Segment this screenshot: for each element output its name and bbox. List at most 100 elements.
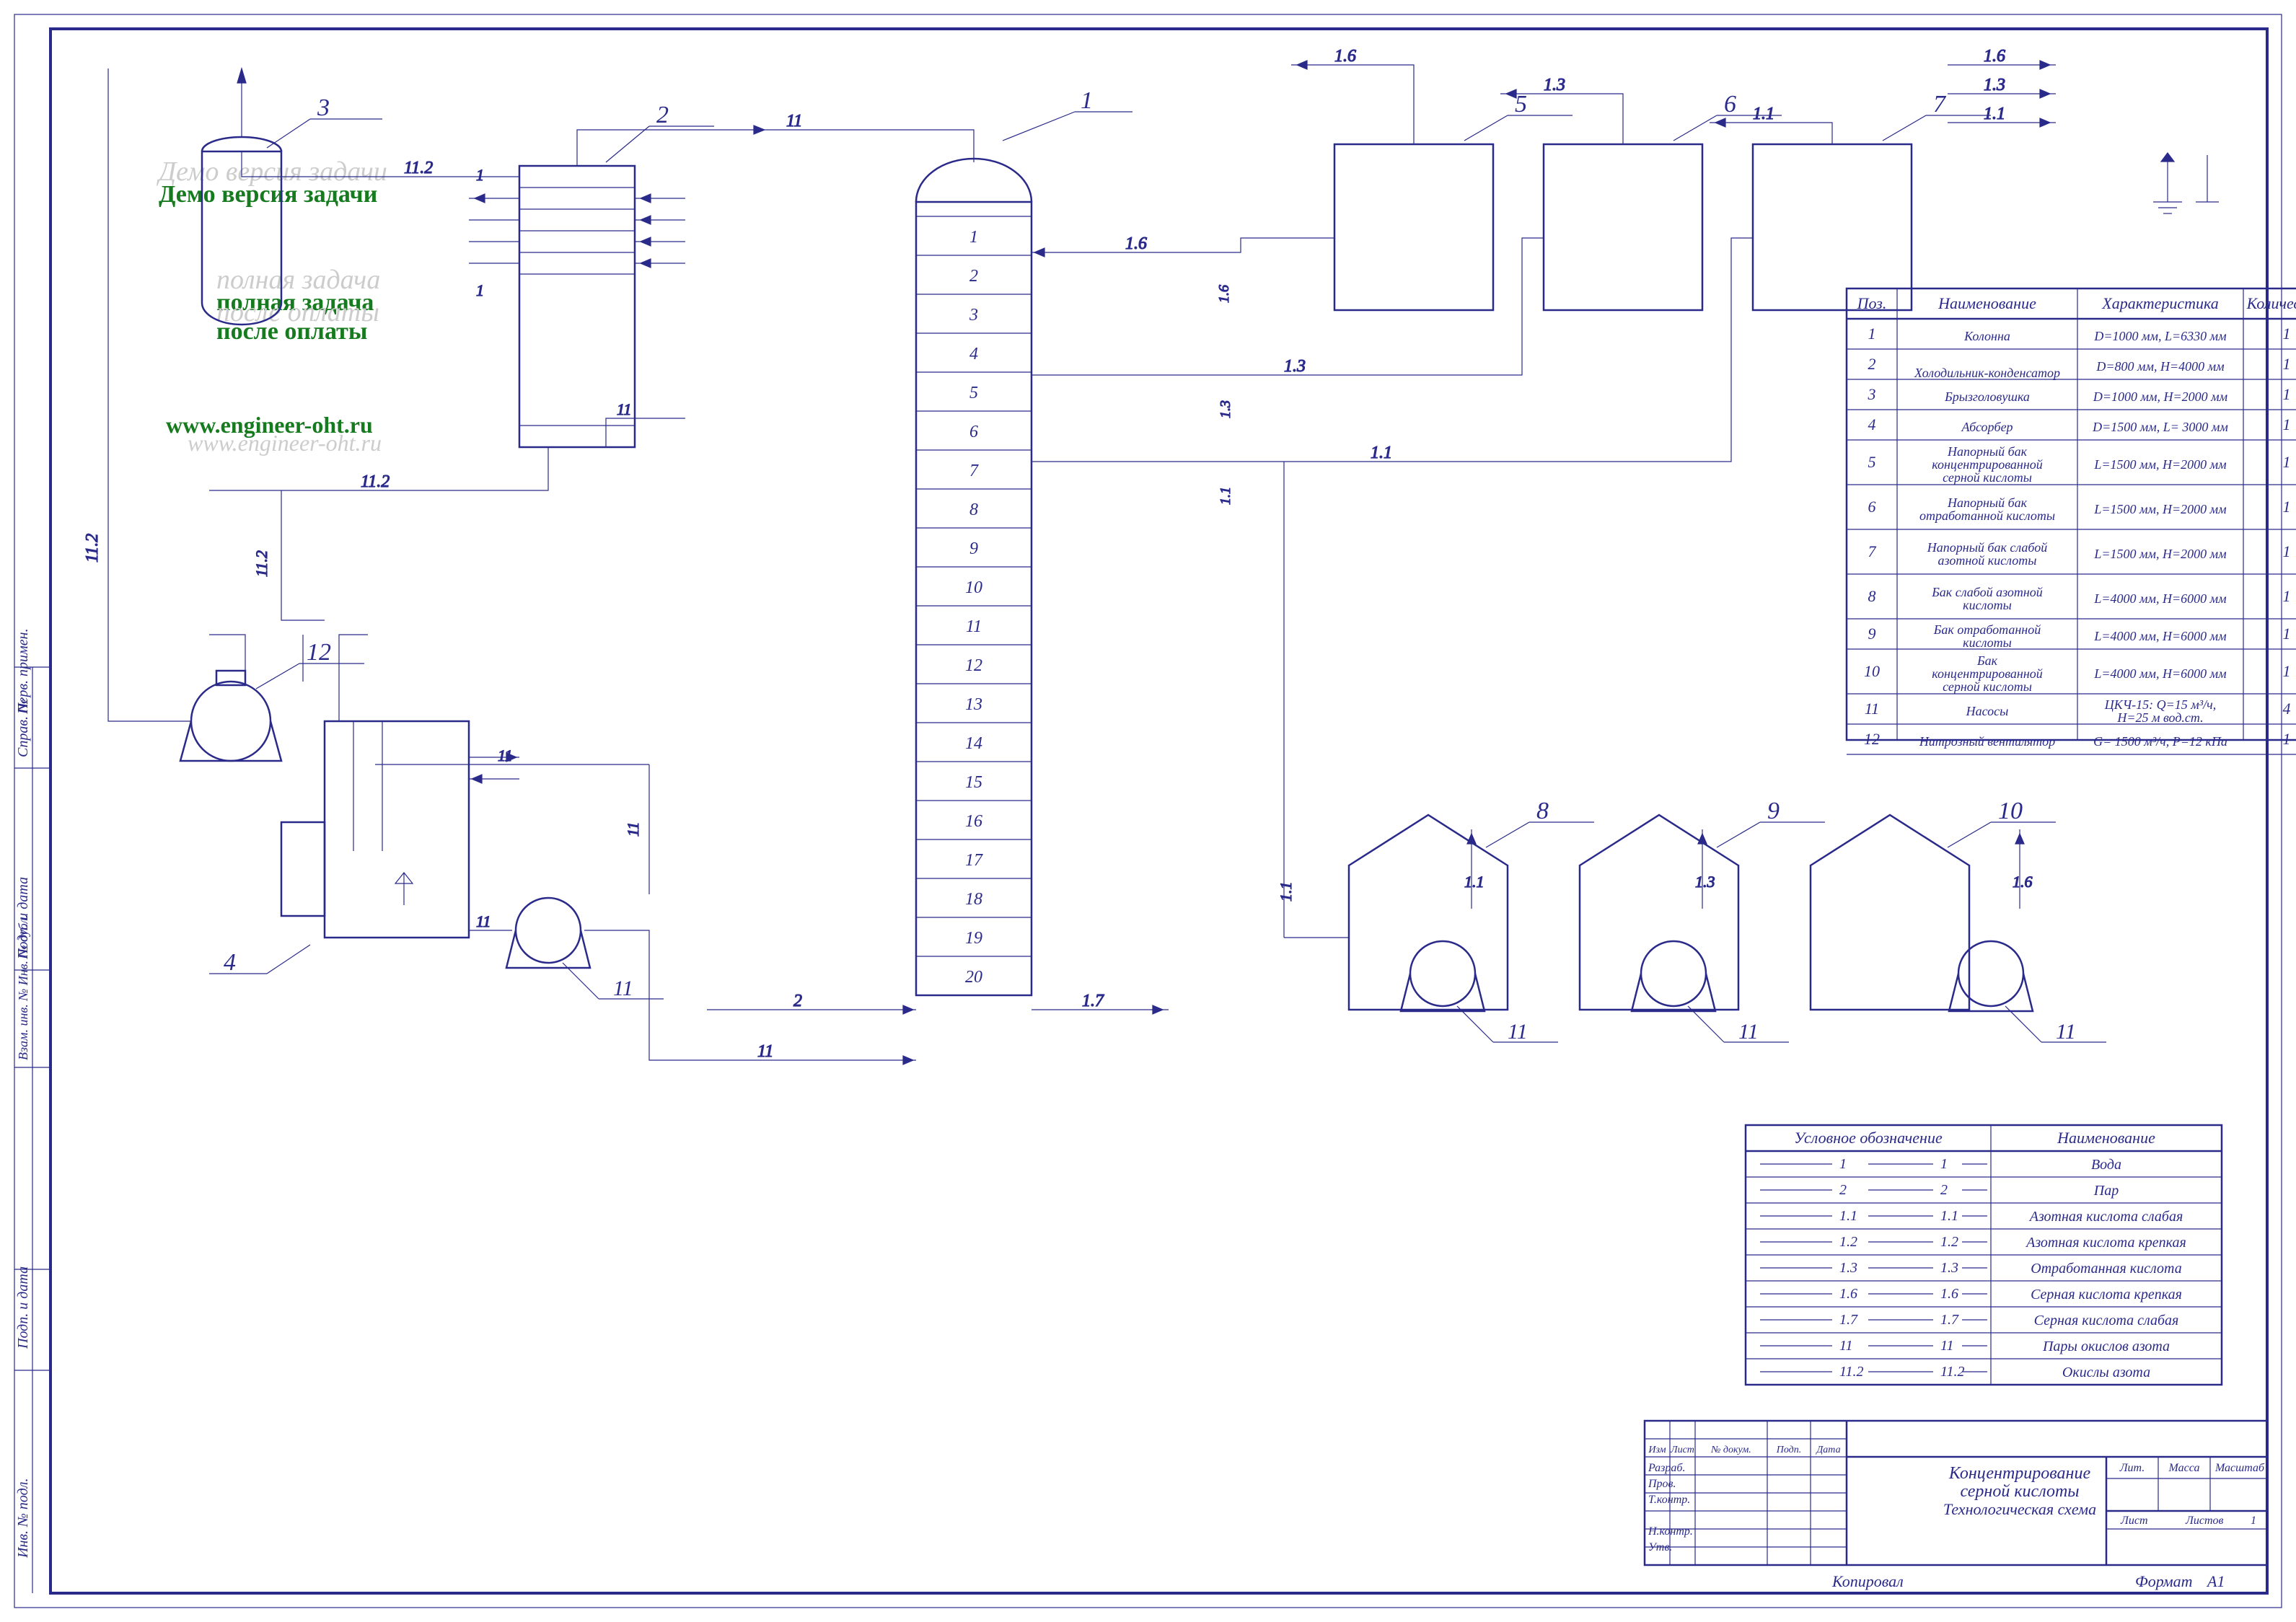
svg-text:Пров.: Пров. [1648,1478,1676,1490]
svg-text:11: 11 [786,112,802,131]
side-label: Подп. и дата [15,1266,31,1349]
svg-text:1: 1 [2283,385,2291,403]
title-block: ИзмЛист№ докум.Подп.ДатаРазраб.Пров.Т.ко… [1645,1421,2267,1565]
svg-text:серной кислоты: серной кислоты [1943,470,2032,485]
svg-text:кислоты: кислоты [1963,635,2012,650]
svg-text:1.6: 1.6 [1839,1286,1857,1302]
svg-text:12: 12 [965,656,982,675]
svg-text:L=4000 мм, H=6000 мм: L=4000 мм, H=6000 мм [2093,629,2227,643]
svg-text:11: 11 [613,977,633,1000]
svg-text:1: 1 [1868,325,1876,343]
svg-text:Дата: Дата [1815,1445,1840,1455]
svg-text:1: 1 [2283,325,2291,343]
side-label: Подп. и дата [15,877,31,960]
svg-text:8: 8 [969,501,978,519]
svg-text:1.1: 1.1 [1753,105,1774,123]
svg-text:Серная кислота слабая: Серная кислота слабая [2034,1313,2179,1328]
svg-text:1: 1 [969,228,978,247]
watermark: Демо версия задачи [159,181,377,208]
tank-7 [1753,144,1912,310]
svg-text:1: 1 [2251,1515,2256,1527]
svg-text:Масса: Масса [2168,1462,2200,1474]
svg-text:Подп.: Подп. [1776,1445,1802,1455]
svg-text:Технологическая схема: Технологическая схема [1943,1500,2096,1518]
copy-label: Копировал [1831,1572,1904,1590]
tank-9 [1580,815,1738,1010]
svg-text:H=25 м вод.ст.: H=25 м вод.ст. [2116,710,2203,725]
svg-text:11: 11 [476,912,491,930]
svg-text:Т.контр.: Т.контр. [1648,1494,1690,1506]
svg-text:1.2: 1.2 [1839,1234,1857,1250]
svg-text:Вода: Вода [2091,1157,2121,1173]
svg-text:Наименование: Наименование [1937,294,2036,312]
svg-text:2: 2 [793,992,802,1010]
svg-text:1: 1 [2283,542,2291,560]
svg-text:6: 6 [969,423,978,441]
svg-text:11: 11 [2056,1020,2076,1044]
equip-1: 1 [1081,87,1093,114]
svg-text:Абсорбер: Абсорбер [1961,420,2013,434]
legend-table: Условное обозначениеНаименование11Вода22… [1746,1125,2222,1385]
svg-text:Разраб.: Разраб. [1648,1462,1685,1474]
svg-text:1.7: 1.7 [1940,1312,1959,1328]
svg-text:11.2: 11.2 [404,159,433,177]
fan-12 [180,671,281,761]
svg-text:16: 16 [965,812,982,831]
svg-text:Напорный бак: Напорный бак [1947,495,2028,510]
svg-text:1: 1 [2283,355,2291,373]
equip-3: 3 [317,94,330,121]
svg-text:отработанной кислоты: отработанной кислоты [1919,508,2055,523]
svg-text:11: 11 [1508,1020,1528,1044]
column-1: 1234567891011121314151617181920 [916,159,1032,995]
svg-text:11: 11 [966,617,982,636]
svg-text:1: 1 [2283,587,2291,605]
watermark-url: www.engineer-oht.ru [188,430,382,456]
svg-text:серной кислоты: серной кислоты [1943,679,2032,694]
svg-text:7: 7 [969,462,979,480]
tank-6 [1544,144,1702,310]
format-label: Формат [2135,1572,2193,1590]
svg-text:Характеристика: Характеристика [2101,294,2219,312]
svg-text:Бак: Бак [1976,653,1998,668]
svg-text:Колонна: Колонна [1963,329,2010,343]
bom-table: Поз.НаименованиеХарактеристикаКоличество… [1847,288,2296,754]
svg-text:Листов: Листов [2185,1515,2223,1527]
svg-text:1: 1 [2283,730,2291,748]
svg-text:Утв.: Утв. [1648,1541,1672,1553]
svg-text:1.3: 1.3 [1984,76,2005,94]
ground-icon [2153,153,2219,213]
svg-text:1.1: 1.1 [1940,1208,1958,1224]
svg-text:Пар: Пар [2093,1183,2119,1199]
svg-text:14: 14 [965,734,982,753]
svg-text:Отработанная кислота: Отработанная кислота [2031,1261,2181,1277]
svg-text:Лист: Лист [1670,1445,1694,1455]
svg-text:1.6: 1.6 [1216,285,1232,303]
side-label: Перв. примен. [15,628,31,715]
svg-text:Брызголовушка: Брызголовушка [1944,389,2030,404]
side-label: Инв. № подл. [15,1478,31,1559]
svg-text:Насосы: Насосы [1966,704,2009,718]
svg-text:1: 1 [1940,1156,1948,1172]
svg-text:5: 5 [1868,453,1876,471]
svg-text:серной кислоты: серной кислоты [1960,1482,2079,1501]
svg-text:Наименование: Наименование [2057,1129,2155,1147]
svg-text:18: 18 [965,890,982,909]
svg-text:1.3: 1.3 [1544,76,1565,94]
svg-text:1.6: 1.6 [1334,47,1356,66]
svg-text:9: 9 [1868,625,1876,643]
svg-text:11: 11 [498,746,512,764]
svg-text:1.1: 1.1 [1839,1208,1857,1224]
svg-text:ЦКЧ-15: Q=15 м³/ч,: ЦКЧ-15: Q=15 м³/ч, [2104,697,2216,712]
svg-text:1.3: 1.3 [1839,1260,1857,1276]
svg-text:концентрированной: концентрированной [1932,457,2043,472]
svg-text:Лит.: Лит. [2119,1462,2145,1474]
svg-text:L=4000 мм, H=6000 мм: L=4000 мм, H=6000 мм [2093,591,2227,606]
svg-text:15: 15 [965,773,982,792]
svg-text:10: 10 [965,578,982,597]
svg-text:D=1000 мм, L=6330 мм: D=1000 мм, L=6330 мм [2093,329,2227,343]
svg-text:азотной кислоты: азотной кислоты [1938,553,2037,568]
svg-text:Азотная кислота крепкая: Азотная кислота крепкая [2025,1235,2186,1251]
svg-text:Условное обозначение: Условное обозначение [1794,1129,1943,1147]
svg-text:1.6: 1.6 [1940,1286,1958,1302]
svg-text:1.1: 1.1 [1371,444,1392,462]
